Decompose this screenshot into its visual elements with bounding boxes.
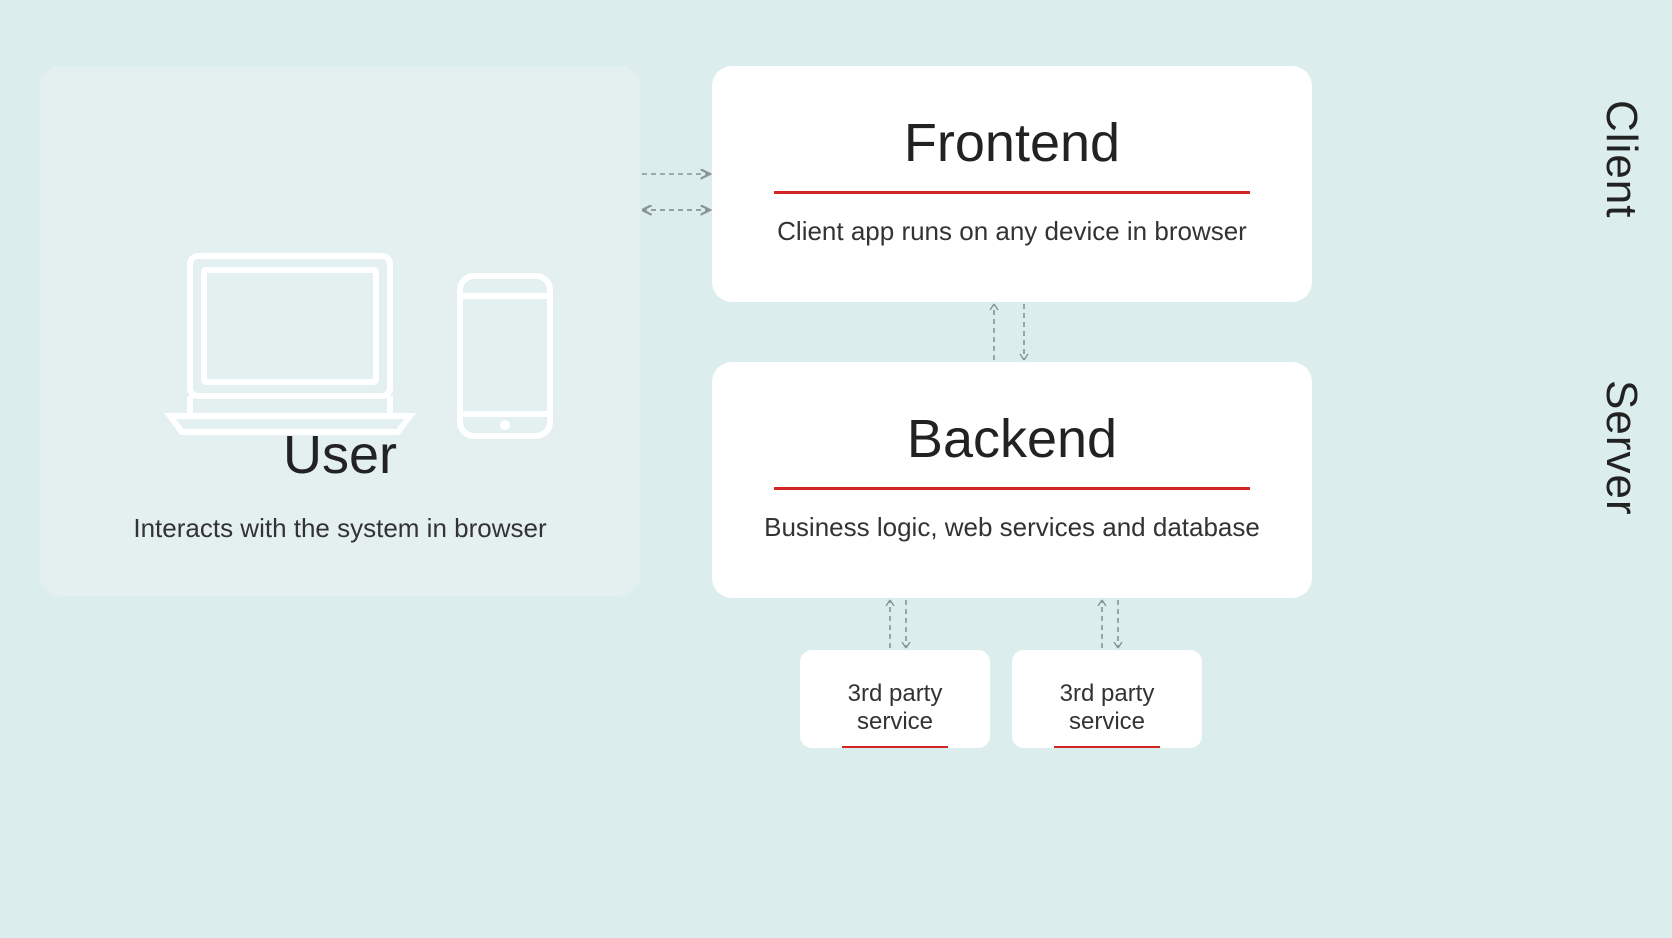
server-side-label: Server (1596, 380, 1646, 516)
third-party-card: 3rd party service (1012, 650, 1202, 748)
frontend-divider (774, 191, 1249, 194)
backend-card: Backend Business logic, web services and… (712, 362, 1312, 598)
third-party-title: 3rd party service (1042, 680, 1172, 736)
third-party-card: 3rd party service (800, 650, 990, 748)
connector-frontend-backend (980, 302, 1040, 362)
frontend-card: Frontend Client app runs on any device i… (712, 66, 1312, 302)
connector-backend-thirdparty-2 (1092, 598, 1132, 650)
backend-divider (774, 487, 1249, 490)
connector-user-frontend (640, 160, 712, 220)
user-title: User (40, 426, 640, 485)
third-party-divider (1054, 746, 1161, 748)
backend-subtitle: Business logic, web services and databas… (742, 512, 1282, 543)
third-party-title: 3rd party service (830, 680, 960, 736)
connector-backend-thirdparty-1 (880, 598, 920, 650)
backend-title: Backend (742, 410, 1282, 469)
frontend-subtitle: Client app runs on any device in browser (742, 216, 1282, 247)
third-party-divider (842, 746, 949, 748)
user-subtitle: Interacts with the system in browser (40, 513, 640, 544)
frontend-title: Frontend (742, 114, 1282, 173)
user-card: User Interacts with the system in browse… (40, 66, 640, 596)
client-side-label: Client (1596, 100, 1646, 219)
